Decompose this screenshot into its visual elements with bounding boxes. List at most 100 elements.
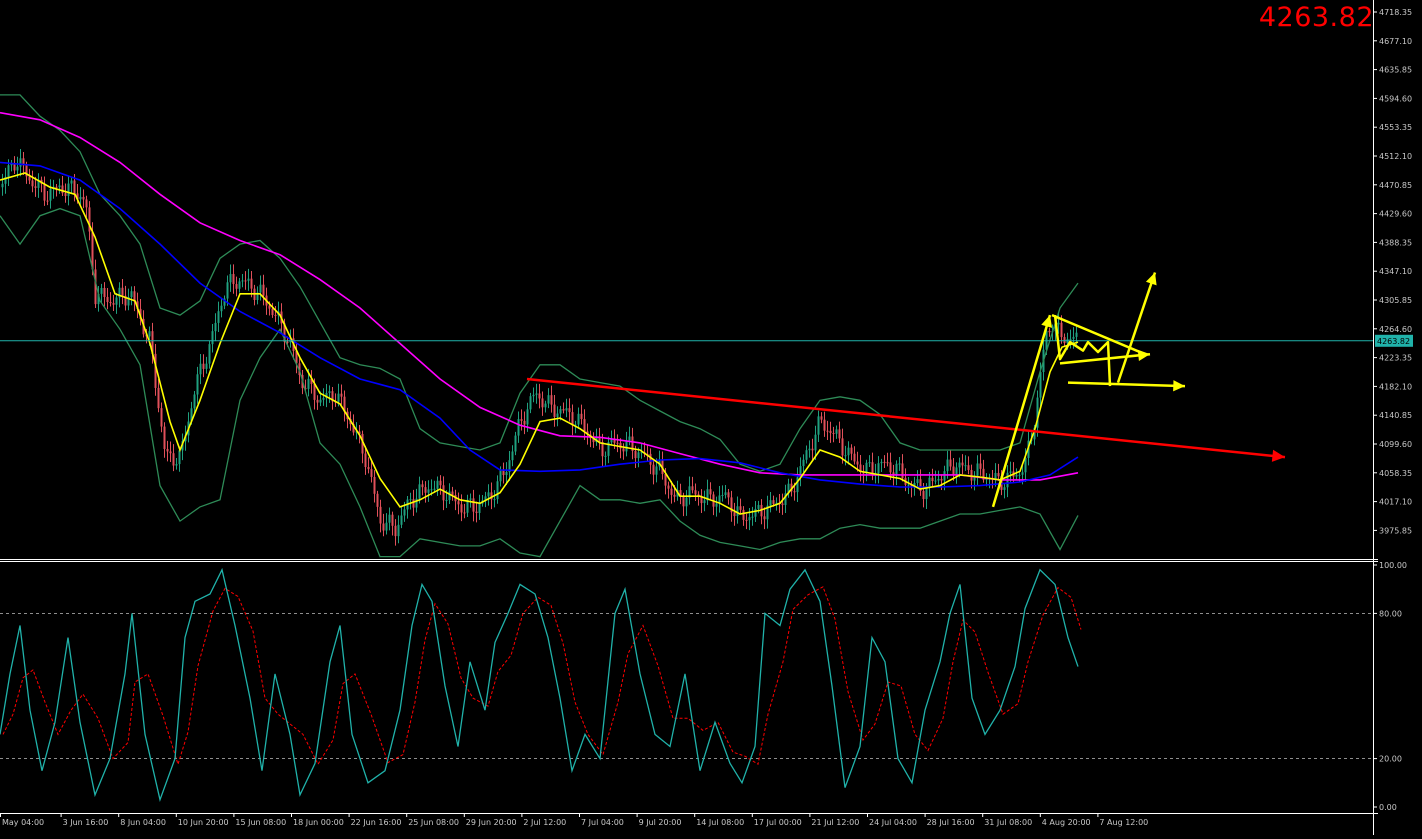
candle-body — [856, 461, 859, 465]
candle-body — [247, 278, 250, 281]
price-axis-label: 4677.10 — [1379, 37, 1412, 46]
candle-body — [307, 378, 310, 389]
candle-body — [535, 393, 538, 395]
candle-body — [64, 193, 67, 196]
candle-body — [505, 472, 508, 476]
candle-body — [997, 473, 1000, 477]
candle-body — [541, 398, 544, 408]
candle-body — [1009, 471, 1012, 473]
current-price-readout: 4263.82 — [1258, 2, 1374, 33]
candle-body — [559, 409, 562, 414]
candle-body — [340, 393, 343, 397]
candle-body — [337, 393, 340, 402]
price-axis-label: 4718.35 — [1379, 8, 1412, 17]
candle-body — [793, 491, 796, 493]
candle-body — [121, 287, 124, 296]
candle-body — [850, 447, 853, 454]
candle-body — [571, 412, 574, 426]
price-axis-label: 4182.10 — [1379, 382, 1412, 391]
candle-body — [469, 498, 472, 500]
candle-body — [148, 331, 151, 337]
candle-body — [949, 459, 952, 467]
candle-body — [1075, 332, 1078, 337]
candle-body — [742, 509, 745, 520]
candle-body — [811, 448, 814, 451]
time-axis-label: 7 Aug 12:00 — [1099, 818, 1148, 827]
candle-body — [1015, 474, 1018, 477]
candle-body — [925, 487, 928, 500]
stochastic-pane[interactable] — [0, 567, 1373, 802]
candle-body — [817, 416, 820, 435]
price-axis-label: 4017.10 — [1379, 498, 1412, 507]
chart-canvas[interactable]: 4718.35 4677.10 4635.85 4594.60 4553.35 4512.… — [0, 0, 1422, 835]
candle-body — [319, 399, 322, 403]
candle-body — [715, 503, 718, 507]
candle-body — [685, 497, 688, 507]
candle-body — [166, 448, 169, 452]
candle-body — [625, 440, 628, 452]
time-axis-label: 31 Jul 08:00 — [984, 818, 1032, 827]
candle-body — [622, 448, 625, 452]
moving-average-line — [0, 161, 1079, 488]
candle-body — [112, 303, 115, 305]
candle-body — [160, 408, 163, 427]
candle-body — [769, 500, 772, 506]
price-axis-label: 4223.35 — [1379, 354, 1412, 363]
price-pane[interactable] — [0, 94, 1373, 558]
candle-body — [898, 463, 901, 465]
candle-body — [259, 284, 262, 293]
annotation-line — [1059, 352, 1151, 365]
candle-body — [208, 344, 211, 364]
candle-body — [682, 496, 685, 507]
candle-body — [838, 429, 841, 439]
candle-body — [385, 522, 388, 531]
osc-axis-label: 0.00 — [1379, 803, 1397, 812]
candle-body — [691, 486, 694, 491]
candle-body — [556, 413, 559, 417]
candle-body — [940, 478, 943, 481]
candle-body — [79, 196, 82, 200]
candle-body — [883, 461, 886, 463]
candle-body — [169, 451, 172, 454]
chart-window[interactable]: 4718.35 4677.10 4635.85 4594.60 4553.35 4512.… — [0, 0, 1422, 835]
candle-body — [502, 470, 505, 476]
price-axis-label: 4635.85 — [1379, 66, 1412, 75]
candle-body — [544, 403, 547, 408]
stochastic-main-line — [0, 567, 1079, 802]
candle-body — [421, 484, 424, 488]
candle-body — [808, 448, 811, 451]
candle-body — [424, 487, 427, 493]
osc-axis-label: 80.00 — [1379, 609, 1402, 618]
candle-body — [16, 166, 19, 171]
candle-body — [628, 436, 631, 441]
candle-body — [313, 383, 316, 400]
candle-body — [724, 492, 727, 496]
candle-body — [328, 391, 331, 393]
candle-body — [955, 467, 958, 475]
candle-body — [316, 399, 319, 403]
candle-body — [397, 524, 400, 537]
candle-body — [373, 476, 376, 494]
candle-body — [763, 516, 766, 520]
time-axis-label: 29 Jun 20:00 — [466, 818, 517, 827]
candle-body — [445, 500, 448, 502]
candle-body — [205, 363, 208, 369]
price-axis-label: 4347.10 — [1379, 267, 1412, 276]
candle-body — [961, 462, 964, 466]
annotation-line — [991, 314, 1052, 508]
candle-body — [1072, 336, 1075, 339]
candle-body — [1039, 372, 1042, 398]
candle-body — [886, 462, 889, 464]
candle-body — [673, 494, 676, 497]
candle-body — [499, 470, 502, 482]
candle-body — [493, 499, 496, 501]
candle-body — [967, 465, 970, 471]
candle-body — [211, 331, 214, 345]
candle-body — [733, 512, 736, 517]
price-axis-label: 4388.35 — [1379, 238, 1412, 247]
price-axis-label: 4264.60 — [1379, 325, 1412, 334]
candle-body — [271, 308, 274, 315]
candle-body — [214, 322, 217, 332]
candle-body — [400, 515, 403, 525]
candle-body — [193, 394, 196, 409]
